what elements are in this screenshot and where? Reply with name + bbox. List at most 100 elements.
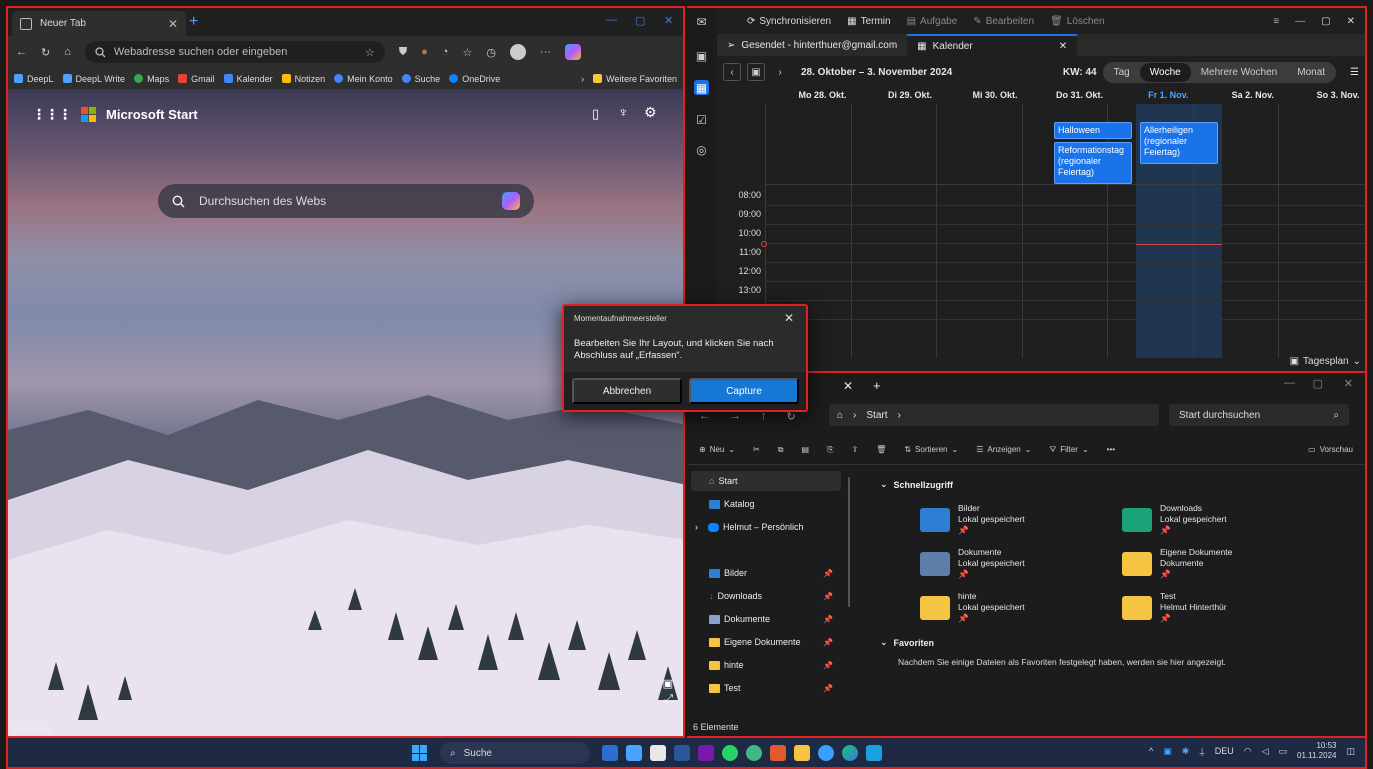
fav-kalender[interactable]: Kalender xyxy=(223,74,273,84)
nav-downloads[interactable]: ↓ Downloads 📌 xyxy=(691,586,841,606)
tasks-icon[interactable]: ☑ xyxy=(694,112,709,127)
shield-icon[interactable]: ⛊ xyxy=(399,46,407,59)
maximize-icon[interactable]: ▢ xyxy=(635,14,645,27)
view-day[interactable]: Tag xyxy=(1104,63,1140,82)
minimize-icon[interactable]: — xyxy=(1295,16,1305,27)
taskbar-search[interactable]: ⌕ Suche xyxy=(440,742,590,764)
tray-app-icon[interactable]: ▣ xyxy=(1163,746,1172,757)
calendar-app-icon[interactable] xyxy=(602,745,618,761)
copilot-icon[interactable] xyxy=(502,192,520,210)
explorer-search[interactable]: Start durchsuchen ⌕ xyxy=(1169,404,1349,426)
phone-icon[interactable]: ▯ xyxy=(592,106,599,122)
web-search-box[interactable]: Durchsuchen des Webs xyxy=(158,184,534,218)
favorites-header[interactable]: ⌄ Favoriten xyxy=(880,637,934,648)
share-icon[interactable]: ⇪ xyxy=(851,445,858,454)
file-explorer-icon[interactable] xyxy=(794,745,810,761)
document-app-icon[interactable] xyxy=(650,745,666,761)
sort-button[interactable]: ⇅ Sortieren ⌄ xyxy=(904,445,958,454)
close-tab-icon[interactable]: ✕ xyxy=(1059,41,1067,52)
copy-icon[interactable]: ⧉ xyxy=(778,445,784,455)
address-bar[interactable]: ⌂ › Start › xyxy=(829,404,1159,426)
view-week[interactable]: Woche xyxy=(1139,62,1191,82)
close-window-icon[interactable]: ✕ xyxy=(1344,377,1353,390)
favorites-icon[interactable]: ☆ xyxy=(462,46,472,59)
preview-button[interactable]: ▭ Vorschau xyxy=(1308,445,1353,454)
profile-avatar[interactable] xyxy=(509,44,526,60)
snipping-tool-icon[interactable] xyxy=(818,745,834,761)
nav-onedrive[interactable]: › Helmut – Persönlich xyxy=(691,517,841,537)
event-allerheiligen[interactable]: Allerheiligen (regionaler Feiertag) xyxy=(1140,122,1218,164)
fav-suche[interactable]: Suche xyxy=(401,74,440,84)
close-tab-icon[interactable]: ✕ xyxy=(168,17,178,31)
new-appointment-button[interactable]: ▦ Termin xyxy=(847,16,890,27)
wifi-icon[interactable]: ◠ xyxy=(1244,746,1252,757)
nav-hinte[interactable]: hinte 📌 xyxy=(691,655,841,675)
quick-item-eigene-dokumente[interactable]: Eigene Dokumente Dokumente 📌 xyxy=(1122,547,1322,580)
nav-katalog[interactable]: Katalog xyxy=(691,494,841,514)
chat-icon[interactable]: ◎ xyxy=(694,142,709,157)
new-task-button[interactable]: ▤ Aufgabe xyxy=(907,16,958,27)
day-plan-toggle[interactable]: ▣ Tagesplan ⌄ xyxy=(1290,356,1361,367)
close-window-icon[interactable]: ✕ xyxy=(1347,16,1355,27)
more-icon[interactable]: ··· xyxy=(540,46,551,58)
event-reformationstag[interactable]: Reformationstag (regionaler Feiertag) xyxy=(1054,142,1132,184)
favorite-star-icon[interactable]: ☆ xyxy=(365,46,375,59)
minimize-icon[interactable]: — xyxy=(606,14,617,26)
quick-item-downloads[interactable]: Downloads Lokal gespeichert 📌 xyxy=(1122,503,1322,536)
filter-button[interactable]: ⛛ Filter ⌄ xyxy=(1049,445,1088,455)
chevron-right-icon[interactable]: › xyxy=(581,74,584,84)
day-header[interactable]: Mo 28. Okt. xyxy=(765,90,851,100)
day-header[interactable]: Mi 30. Okt. xyxy=(936,90,1022,100)
maximize-icon[interactable]: ▢ xyxy=(1321,16,1330,27)
app-icon[interactable] xyxy=(746,745,762,761)
maximize-icon[interactable]: ▢ xyxy=(1313,377,1323,390)
breadcrumb-start[interactable]: Start xyxy=(866,410,887,421)
fav-notizen[interactable]: Notizen xyxy=(281,74,325,84)
paint-icon[interactable] xyxy=(770,745,786,761)
new-tab-button[interactable]: + xyxy=(873,378,881,393)
copilot-icon[interactable] xyxy=(564,44,581,60)
outlook-icon[interactable] xyxy=(866,745,882,761)
expand-icon[interactable]: ⤢ xyxy=(664,693,673,706)
extension-icon[interactable]: ● xyxy=(421,46,428,58)
day-header[interactable]: Di 29. Okt. xyxy=(851,90,937,100)
day-header[interactable]: So 3. Nov. xyxy=(1278,90,1364,100)
tab-sent[interactable]: ➢ Gesendet - hinterthuer@gmail.com xyxy=(717,34,907,56)
reading-icon[interactable]: ◔ xyxy=(442,46,449,58)
cancel-button[interactable]: Abbrechen xyxy=(572,378,682,404)
next-week-button[interactable]: › xyxy=(771,63,789,81)
new-button[interactable]: ⊕ Neu ⌄ xyxy=(699,445,735,454)
settings-icon[interactable]: ⚙ xyxy=(644,104,657,121)
menu-icon[interactable]: ≡ xyxy=(1273,16,1279,27)
battery-icon[interactable]: ▭ xyxy=(1279,746,1288,757)
tab-calendar[interactable]: ▦ Kalender ✕ xyxy=(907,34,1078,56)
start-icon[interactable] xyxy=(412,745,428,761)
contacts-icon[interactable]: ▣ xyxy=(694,48,709,63)
image-info-icon[interactable]: ▣ xyxy=(663,677,673,690)
day-header[interactable]: Sa 2. Nov. xyxy=(1193,90,1279,100)
fav-deepl-write[interactable]: DeepL Write xyxy=(62,74,125,84)
home-icon[interactable]: ⌂ xyxy=(64,46,71,58)
rename-icon[interactable]: ⎘ xyxy=(827,445,833,455)
chevron-up-icon[interactable]: ^ xyxy=(1149,746,1153,756)
usb-icon[interactable]: ⍊ xyxy=(1199,746,1204,757)
fav-more-folder[interactable]: Weitere Favoriten xyxy=(593,74,677,84)
calendar-icon[interactable]: ▦ xyxy=(694,80,709,95)
edit-button[interactable]: ✎ Bearbeiten xyxy=(973,16,1034,27)
volume-icon[interactable]: ◁ xyxy=(1262,746,1269,757)
day-header[interactable]: Do 31. Okt. xyxy=(1022,90,1108,100)
fav-deepl[interactable]: DeepL xyxy=(14,74,54,84)
today-button[interactable]: ▣ xyxy=(747,63,765,81)
more-button[interactable]: ••• xyxy=(1107,445,1115,454)
scrollbar[interactable] xyxy=(848,477,850,607)
address-input[interactable]: Webadresse suchen oder eingeben ☆ xyxy=(84,41,385,63)
quick-item-bilder[interactable]: Bilder Lokal gespeichert 📌 xyxy=(920,503,1120,536)
quick-item-dokumente[interactable]: Dokumente Lokal gespeichert 📌 xyxy=(920,547,1120,580)
notification-icon[interactable]: ◫ xyxy=(1346,746,1355,757)
onenote-icon[interactable] xyxy=(698,745,714,761)
nav-test[interactable]: Test 📌 xyxy=(691,678,841,698)
notes-app-icon[interactable] xyxy=(626,745,642,761)
filter-icon[interactable]: ☰ xyxy=(1350,67,1359,78)
day-header[interactable]: Fr 1. Nov. xyxy=(1107,90,1193,100)
refresh-icon[interactable]: ↻ xyxy=(41,46,50,59)
